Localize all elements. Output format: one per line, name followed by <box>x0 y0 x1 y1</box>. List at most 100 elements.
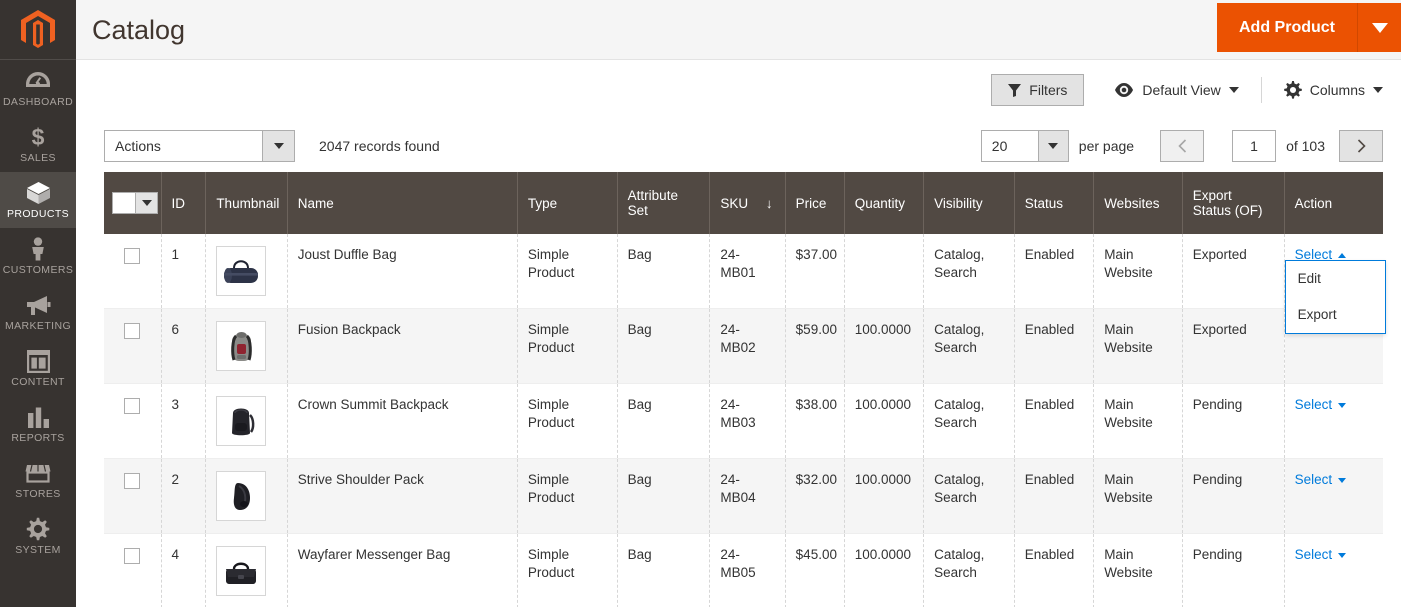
page-number-input[interactable] <box>1232 130 1276 162</box>
column-header-price[interactable]: Price <box>785 172 844 234</box>
cell-thumbnail[interactable] <box>206 384 287 459</box>
cell-thumbnail[interactable] <box>206 234 287 309</box>
row-checkbox[interactable] <box>124 473 140 489</box>
sidebar-item-sales[interactable]: $ SALES <box>0 116 76 172</box>
table-row[interactable]: 1 Joust Duffle Bag Simple Product Bag 24… <box>104 234 1383 309</box>
sidebar-item-customers[interactable]: CUSTOMERS <box>0 228 76 284</box>
column-header-export_status[interactable]: Export Status (OF) <box>1182 172 1284 234</box>
row-action-label: Select <box>1295 471 1333 489</box>
select-all-checkbox[interactable] <box>112 192 136 214</box>
product-thumbnail-backpack-grey-red <box>216 321 266 371</box>
column-header-status[interactable]: Status <box>1014 172 1093 234</box>
row-checkbox-cell[interactable] <box>104 309 161 384</box>
per-page-select[interactable]: 20 <box>981 130 1069 162</box>
cell-quantity: 100.0000 <box>844 459 923 534</box>
cell-websites: Main Website <box>1094 309 1183 384</box>
cell-price: $32.00 <box>785 459 844 534</box>
select-all-header[interactable] <box>104 172 161 234</box>
next-page-button[interactable] <box>1339 130 1383 162</box>
sidebar-item-products[interactable]: PRODUCTS <box>0 172 76 228</box>
column-header-quantity[interactable]: Quantity <box>844 172 923 234</box>
action-menu-item-export[interactable]: Export <box>1286 297 1385 333</box>
column-header-name[interactable]: Name <box>287 172 517 234</box>
table-row[interactable]: 4 Wayfarer Messenger Bag Simple Product … <box>104 534 1383 607</box>
dashboard-gauge-icon <box>25 69 51 93</box>
cell-thumbnail[interactable] <box>206 534 287 607</box>
grid-controls: Actions 2047 records found 20 per page <box>76 120 1401 172</box>
column-header-label: SKU <box>720 196 748 211</box>
sidebar-item-label: CONTENT <box>11 376 65 388</box>
table-row[interactable]: 2 Strive Shoulder Pack Simple Product Ba… <box>104 459 1383 534</box>
chevron-down-icon <box>1373 87 1383 93</box>
table-row[interactable]: 3 Crown Summit Backpack Simple Product B… <box>104 384 1383 459</box>
column-header-thumbnail[interactable]: Thumbnail <box>206 172 287 234</box>
page-header: Catalog Add Product <box>76 0 1401 60</box>
admin-app: DASHBOARD$ SALES PRODUCTS CUSTOMERS MARK… <box>0 0 1401 607</box>
row-action-select[interactable]: Select <box>1295 471 1347 489</box>
magento-logo-icon <box>19 9 57 51</box>
row-checkbox[interactable] <box>124 323 140 339</box>
cell-name: Crown Summit Backpack <box>287 384 517 459</box>
chevron-down-icon <box>1229 87 1239 93</box>
table-row[interactable]: 6 Fusion Backpack Simple Product Bag 24-… <box>104 309 1383 384</box>
row-checkbox-cell[interactable] <box>104 384 161 459</box>
row-checkbox-cell[interactable] <box>104 459 161 534</box>
sidebar-item-content[interactable]: CONTENT <box>0 340 76 396</box>
row-checkbox[interactable] <box>124 398 140 414</box>
cell-name: Wayfarer Messenger Bag <box>287 534 517 607</box>
gear-icon <box>26 517 50 541</box>
actions-select[interactable]: Actions <box>104 130 295 162</box>
columns-selector[interactable]: Columns <box>1284 81 1383 99</box>
row-action-select[interactable]: Select <box>1295 546 1347 564</box>
cell-id: 2 <box>161 459 206 534</box>
row-action-label: Select <box>1295 396 1333 414</box>
magento-logo[interactable] <box>0 0 76 60</box>
sidebar-item-marketing[interactable]: MARKETING <box>0 284 76 340</box>
actions-select-arrow <box>262 131 294 161</box>
select-all-dropdown[interactable] <box>136 192 158 214</box>
sidebar-item-system[interactable]: SYSTEM <box>0 508 76 564</box>
row-checkbox-cell[interactable] <box>104 534 161 607</box>
column-header-visibility[interactable]: Visibility <box>924 172 1015 234</box>
add-product-button[interactable]: Add Product <box>1217 3 1357 52</box>
column-header-label: Status <box>1025 196 1063 211</box>
column-header-websites[interactable]: Websites <box>1094 172 1183 234</box>
cell-action: Select EditExport <box>1284 234 1383 309</box>
filters-button[interactable]: Filters <box>991 74 1084 106</box>
column-header-label: Price <box>796 196 827 211</box>
sidebar-item-stores[interactable]: STORES <box>0 452 76 508</box>
column-header-action[interactable]: Action <box>1284 172 1383 234</box>
sidebar-item-reports[interactable]: REPORTS <box>0 396 76 452</box>
cell-thumbnail[interactable] <box>206 459 287 534</box>
cell-websites: Main Website <box>1094 459 1183 534</box>
cell-status: Enabled <box>1014 309 1093 384</box>
column-header-attribute_set[interactable]: Attribute Set <box>617 172 710 234</box>
select-all-control[interactable] <box>112 192 158 214</box>
cell-export-status: Pending <box>1182 534 1284 607</box>
action-menu: EditExport <box>1285 260 1386 334</box>
product-thumbnail-duffle-bag-navy <box>216 246 266 296</box>
column-header-label: Websites <box>1104 196 1159 211</box>
column-header-label: Action <box>1295 196 1333 211</box>
cell-quantity: 100.0000 <box>844 384 923 459</box>
cell-thumbnail[interactable] <box>206 309 287 384</box>
column-header-id[interactable]: ID <box>161 172 206 234</box>
cell-id: 3 <box>161 384 206 459</box>
previous-page-button[interactable] <box>1160 130 1204 162</box>
row-checkbox[interactable] <box>124 548 140 564</box>
row-checkbox-cell[interactable] <box>104 234 161 309</box>
add-product-dropdown-toggle[interactable] <box>1357 3 1401 52</box>
sidebar-item-label: CUSTOMERS <box>3 264 74 276</box>
cell-export-status: Exported <box>1182 309 1284 384</box>
cell-type: Simple Product <box>517 384 617 459</box>
column-header-type[interactable]: Type <box>517 172 617 234</box>
cell-type: Simple Product <box>517 534 617 607</box>
sidebar-item-dashboard[interactable]: DASHBOARD <box>0 60 76 116</box>
cell-type: Simple Product <box>517 309 617 384</box>
action-menu-item-edit[interactable]: Edit <box>1286 261 1385 297</box>
column-header-sku[interactable]: SKU ↓ <box>710 172 785 234</box>
row-checkbox[interactable] <box>124 248 140 264</box>
row-action-select[interactable]: Select <box>1295 396 1347 414</box>
default-view-selector[interactable]: Default View <box>1114 82 1238 98</box>
eye-icon <box>1114 83 1134 97</box>
